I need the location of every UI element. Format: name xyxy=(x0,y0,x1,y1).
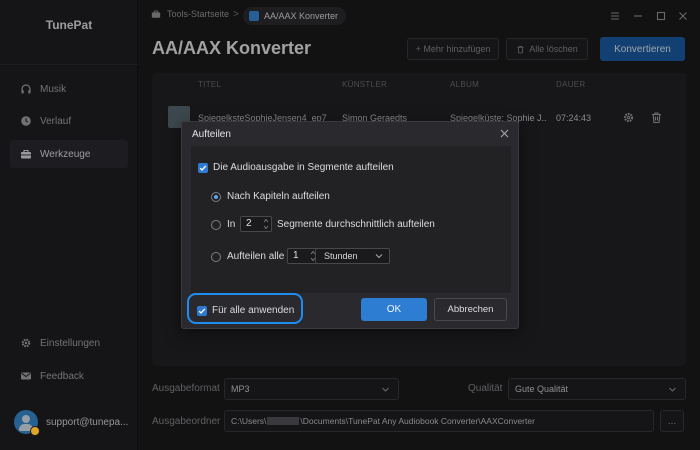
split-by-chapters-label: Nach Kapiteln aufteilen xyxy=(227,191,330,202)
split-every-radio[interactable] xyxy=(211,252,221,262)
segments-count-stepper[interactable]: 2 xyxy=(240,216,272,232)
checkmark-icon xyxy=(198,308,206,314)
premium-badge-icon xyxy=(30,426,40,436)
cancel-button[interactable]: Abbrechen xyxy=(434,298,507,321)
split-into-segments-suffix: Segmente durchschnittlich aufteilen xyxy=(277,219,435,230)
split-by-chapters-radio[interactable] xyxy=(211,192,221,202)
split-every-value: 1 xyxy=(293,250,299,261)
split-every-label: Aufteilen alle xyxy=(227,251,285,262)
ok-button[interactable]: OK xyxy=(361,298,427,321)
checkmark-icon xyxy=(199,165,207,171)
chevron-up-icon[interactable] xyxy=(263,218,269,223)
segments-count-value: 2 xyxy=(246,218,252,229)
split-unit-value: Stunden xyxy=(324,251,358,261)
split-into-segments-radio[interactable] xyxy=(211,220,221,230)
apply-all-label: Für alle anwenden xyxy=(212,305,295,316)
split-output-label: Die Audioausgabe in Segmente aufteilen xyxy=(213,162,394,173)
close-icon[interactable] xyxy=(499,128,510,139)
ok-label: OK xyxy=(386,304,402,315)
dialog-body: Die Audioausgabe in Segmente aufteilen N… xyxy=(191,146,511,293)
chevron-down-icon xyxy=(375,254,383,259)
apply-all-checkbox[interactable] xyxy=(197,306,207,316)
split-dialog: Aufteilen Die Audioausgabe in Segmente a… xyxy=(181,121,519,329)
chevron-down-icon[interactable] xyxy=(263,225,269,230)
cancel-label: Abbrechen xyxy=(447,304,494,315)
split-unit-select[interactable]: Stunden xyxy=(315,248,390,264)
split-output-checkbox[interactable] xyxy=(198,163,208,173)
split-into-segments-prefix: In xyxy=(227,219,236,230)
dialog-title: Aufteilen xyxy=(192,129,231,140)
